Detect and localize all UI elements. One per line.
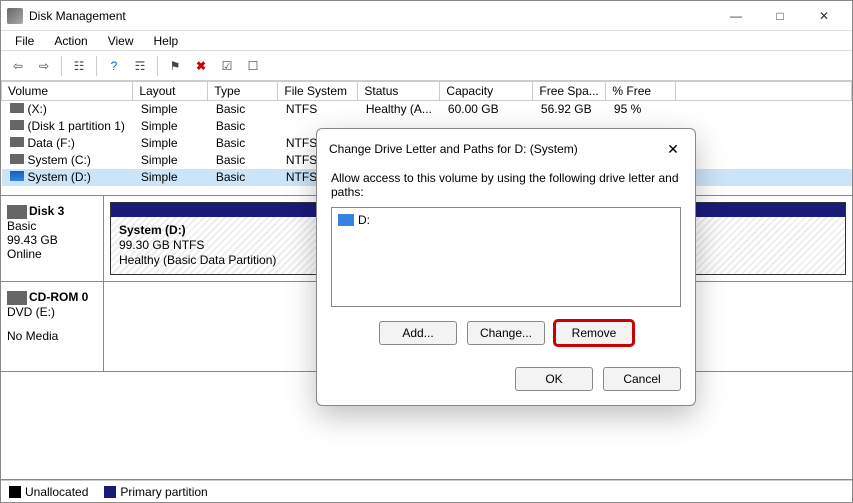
toolbar: ⇦ ⇨ ☷ ? ☶ ⚑ ✖ ☑ ☐ (1, 51, 852, 81)
partition-title: System (D:) (119, 223, 186, 237)
legend-primary: Primary partition (120, 485, 207, 499)
help-icon[interactable]: ? (103, 55, 125, 77)
refresh-icon[interactable]: ☐ (242, 55, 264, 77)
panel-icon[interactable]: ☶ (129, 55, 151, 77)
cdrom-status: No Media (7, 329, 97, 343)
drive-path-item[interactable]: D: (338, 212, 674, 228)
column-header[interactable]: Free Spa... (533, 82, 606, 101)
dialog-title: Change Drive Letter and Paths for D: (Sy… (329, 142, 663, 156)
app-icon (7, 8, 23, 24)
menu-view[interactable]: View (100, 32, 142, 50)
delete-icon[interactable]: ✖ (190, 55, 212, 77)
column-header[interactable]: File System (278, 82, 358, 101)
legend-unallocated: Unallocated (25, 485, 88, 499)
forward-icon[interactable]: ⇨ (33, 55, 55, 77)
volume-name: (Disk 1 partition 1) (2, 118, 133, 135)
disk-size: 99.43 GB (7, 233, 97, 247)
dialog-close-icon[interactable]: ✕ (663, 139, 683, 159)
minimize-button[interactable]: — (714, 1, 758, 31)
change-button[interactable]: Change... (467, 321, 545, 345)
volume-icon (10, 103, 24, 113)
disk-name: Disk 3 (29, 204, 64, 218)
legend: Unallocated Primary partition (1, 480, 852, 502)
column-header[interactable]: Volume (2, 82, 133, 101)
cdrom-name: CD-ROM 0 (29, 290, 88, 304)
detail-icon[interactable]: ☷ (68, 55, 90, 77)
volume-icon (10, 154, 24, 164)
add-button[interactable]: Add... (379, 321, 457, 345)
remove-button[interactable]: Remove (555, 321, 633, 345)
change-drive-letter-dialog: Change Drive Letter and Paths for D: (Sy… (316, 128, 696, 406)
volume-name: Data (F:) (2, 135, 133, 152)
volume-icon (10, 137, 24, 147)
volume-icon (10, 120, 24, 130)
drive-paths-listbox[interactable]: D: (331, 207, 681, 307)
column-header[interactable]: Type (208, 82, 278, 101)
titlebar: Disk Management — □ ✕ (1, 1, 852, 31)
column-header[interactable]: Status (358, 82, 440, 101)
drive-path-label: D: (358, 213, 370, 227)
cdrom-sub: DVD (E:) (7, 305, 97, 319)
window-title: Disk Management (29, 9, 714, 23)
cancel-button[interactable]: Cancel (603, 367, 681, 391)
volume-name: System (C:) (2, 152, 133, 169)
menu-action[interactable]: Action (46, 32, 95, 50)
disk-icon (7, 205, 27, 219)
menu-help[interactable]: Help (146, 32, 187, 50)
disk-type: Basic (7, 219, 97, 233)
partition-info1: 99.30 GB NTFS (119, 238, 204, 252)
column-header[interactable]: Capacity (440, 82, 533, 101)
menubar: File Action View Help (1, 31, 852, 51)
drive-icon (338, 214, 354, 226)
column-header[interactable]: % Free (606, 82, 676, 101)
cdrom-icon (7, 291, 27, 305)
volume-name: (X:) (2, 101, 133, 118)
back-icon[interactable]: ⇦ (7, 55, 29, 77)
settings-icon[interactable]: ⚑ (164, 55, 186, 77)
disk-status: Online (7, 247, 97, 261)
menu-file[interactable]: File (7, 32, 42, 50)
dialog-message: Allow access to this volume by using the… (331, 171, 681, 199)
close-button[interactable]: ✕ (802, 1, 846, 31)
volume-icon (10, 171, 24, 181)
volume-name: System (D:) (2, 169, 133, 186)
table-row[interactable]: (X:)SimpleBasicNTFSHealthy (A...60.00 GB… (2, 101, 852, 118)
ok-button[interactable]: OK (515, 367, 593, 391)
partition-info2: Healthy (Basic Data Partition) (119, 253, 276, 267)
column-header[interactable]: Layout (133, 82, 208, 101)
properties-icon[interactable]: ☑ (216, 55, 238, 77)
maximize-button[interactable]: □ (758, 1, 802, 31)
